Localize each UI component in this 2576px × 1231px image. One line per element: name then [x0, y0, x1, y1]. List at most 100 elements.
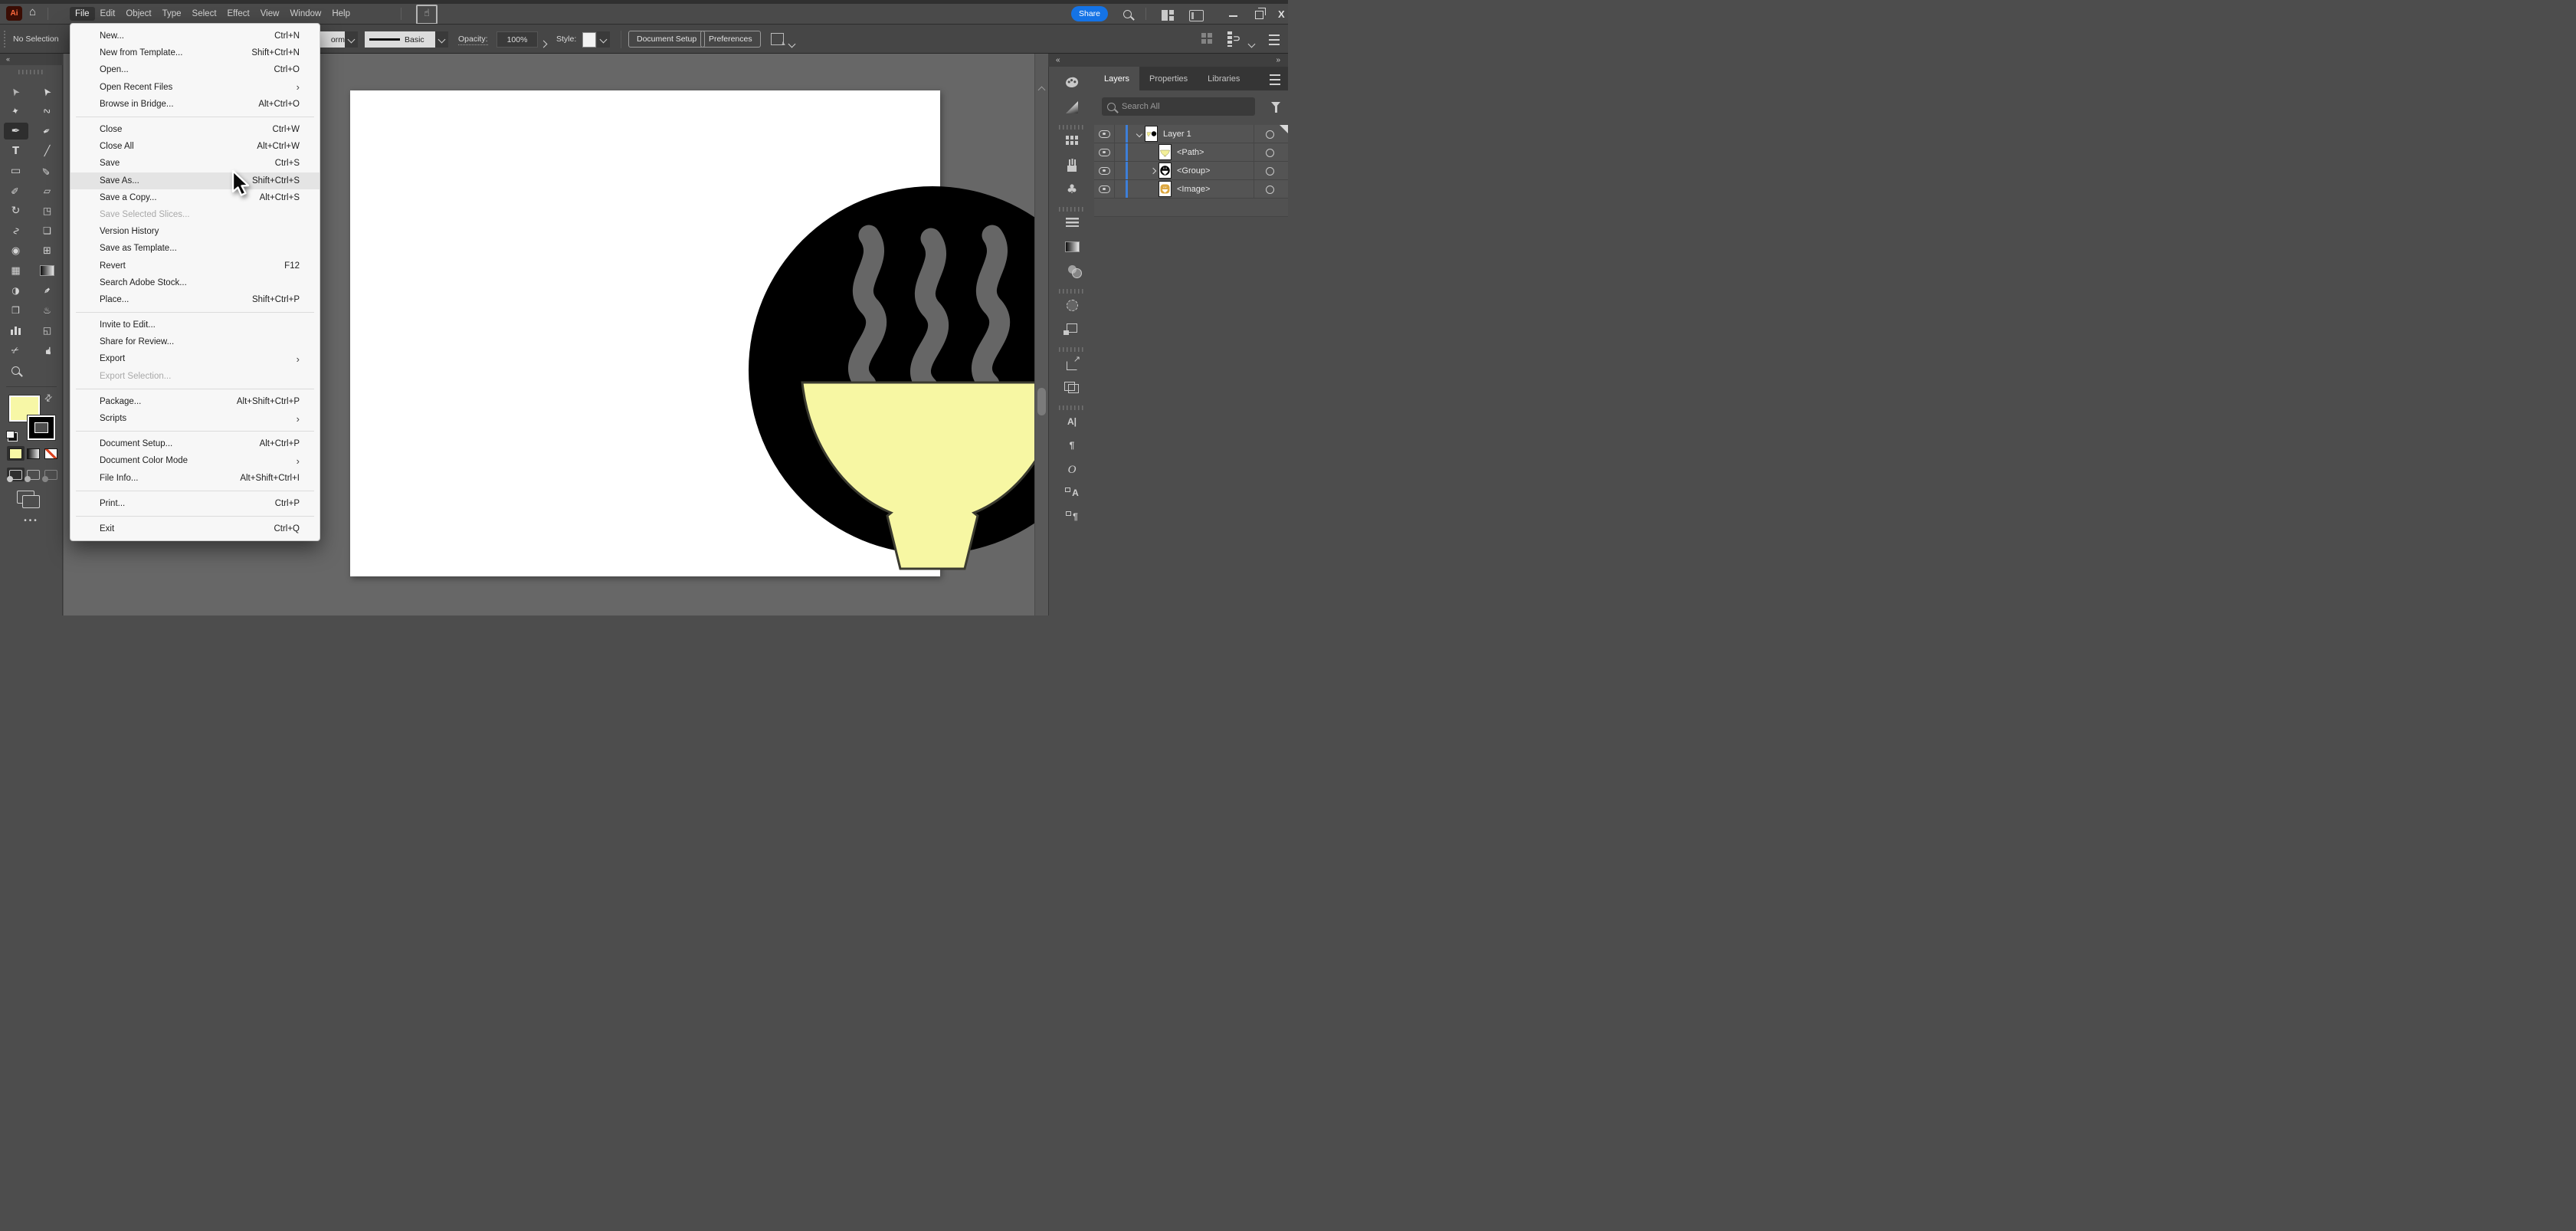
slice-tool[interactable]: ✂	[4, 342, 28, 359]
tab-properties[interactable]: Properties	[1139, 67, 1198, 90]
artboard-tool[interactable]: ◱	[35, 322, 60, 339]
graphic-styles-panel-icon[interactable]	[1049, 323, 1095, 333]
dock-grip[interactable]	[1059, 289, 1085, 294]
menu-edit[interactable]: Edit	[95, 7, 121, 21]
menu-item-package[interactable]: Package...Alt+Shift+Ctrl+P	[70, 393, 320, 410]
opacity-field[interactable]: 100%	[497, 31, 538, 48]
artboards-panel-icon[interactable]	[1049, 382, 1095, 393]
home-icon[interactable]: ⌂	[29, 5, 36, 18]
target-circle-icon[interactable]	[1266, 130, 1274, 139]
shape-builder-tool[interactable]: ◉	[4, 242, 28, 259]
perspective-grid-tool[interactable]: ⊞	[35, 242, 60, 259]
lasso-tool[interactable]: ∿	[35, 103, 60, 120]
menu-item-save-as[interactable]: Save As...Shift+Ctrl+S	[70, 172, 320, 189]
menu-item-save-as-template[interactable]: Save as Template...	[70, 240, 320, 257]
blend-tool[interactable]: ◑	[4, 282, 28, 299]
style-swatch[interactable]	[582, 32, 596, 48]
width-tool[interactable]: ∿	[4, 222, 28, 239]
panel-menu-icon[interactable]	[1270, 74, 1280, 85]
workspace-layout-icon[interactable]	[1162, 10, 1174, 21]
line-segment-tool[interactable]: ╱	[35, 143, 60, 159]
color-guide-panel-icon[interactable]	[1049, 101, 1095, 113]
scroll-up-icon[interactable]	[1039, 83, 1044, 97]
preferences-button[interactable]: Preferences	[700, 31, 761, 48]
menu-item-close-all[interactable]: Close AllAlt+Ctrl+W	[70, 138, 320, 155]
layer-thumbnail[interactable]	[1145, 126, 1158, 142]
menu-item-print[interactable]: Print...Ctrl+P	[70, 495, 320, 512]
appearance-panel-icon[interactable]	[1049, 300, 1095, 311]
selection-tool[interactable]: ➤	[4, 83, 28, 100]
search-input[interactable]	[1120, 101, 1250, 112]
brushes-panel-icon[interactable]	[1049, 159, 1095, 172]
visibility-toggle[interactable]	[1094, 125, 1115, 143]
dock-grip[interactable]	[1059, 347, 1085, 352]
default-fill-stroke-icon[interactable]	[6, 431, 15, 438]
column-graph-tool[interactable]	[4, 322, 28, 339]
menu-item-share-for-review[interactable]: Share for Review...	[70, 333, 320, 350]
draw-normal-button[interactable]	[7, 468, 25, 481]
search-box[interactable]	[1102, 97, 1255, 116]
tab-layers[interactable]: Layers	[1094, 67, 1139, 90]
transparency-panel-icon[interactable]	[1049, 265, 1095, 274]
pen-tool[interactable]: ✒	[4, 123, 28, 140]
menu-item-new-from-template[interactable]: New from Template...Shift+Ctrl+N	[70, 44, 320, 61]
direct-selection-tool[interactable]: ➤	[35, 83, 60, 100]
hand-tool[interactable]: ☚	[35, 342, 60, 359]
swatches-panel-icon[interactable]	[1049, 136, 1095, 145]
none-mode-button[interactable]	[42, 446, 60, 461]
control-panel-menu-icon[interactable]	[1269, 34, 1280, 45]
visibility-toggle[interactable]	[1094, 180, 1115, 198]
menu-item-invite-to-edit[interactable]: Invite to Edit...	[70, 317, 320, 333]
menu-select[interactable]: Select	[187, 7, 222, 21]
symbols-tool[interactable]: ❒	[4, 302, 28, 319]
isolate-mode-icon[interactable]	[771, 33, 784, 45]
eyedropper-tool[interactable]: ✒	[35, 282, 60, 299]
menu-item-save-a-copy[interactable]: Save a Copy...Alt+Ctrl+S	[70, 189, 320, 206]
document-setup-button[interactable]: Document Setup	[628, 31, 705, 48]
share-button[interactable]: Share	[1071, 6, 1108, 21]
character-panel-icon[interactable]: A|	[1049, 416, 1095, 427]
isolate-chevron-icon[interactable]	[789, 37, 795, 51]
character-styles-panel-icon[interactable]: A	[1049, 487, 1095, 498]
color-mode-button[interactable]	[7, 446, 25, 461]
layer-row-image[interactable]: <Image>	[1094, 180, 1288, 199]
visibility-toggle[interactable]	[1094, 162, 1115, 179]
layer-thumbnail[interactable]	[1159, 144, 1172, 160]
menu-item-version-history[interactable]: Version History	[70, 223, 320, 240]
menu-item-search-adobe-stock[interactable]: Search Adobe Stock...	[70, 274, 320, 291]
eraser-tool[interactable]: ▱	[35, 182, 60, 199]
menu-item-open-recent-files[interactable]: Open Recent Files›	[70, 79, 320, 96]
opacity-chevron-icon[interactable]	[541, 37, 546, 51]
change-screen-mode-icon[interactable]	[17, 491, 34, 504]
panel-collapse-icon[interactable]: »	[1276, 54, 1280, 67]
gradient-mode-button[interactable]	[25, 446, 42, 461]
expand-chevron-icon[interactable]	[1148, 169, 1159, 173]
touch-workspace-icon[interactable]: ☝	[416, 5, 438, 25]
window-minimize-button[interactable]	[1229, 15, 1237, 17]
symbol-sprayer-tool[interactable]: ♨	[35, 302, 60, 319]
layer-thumbnail[interactable]	[1159, 181, 1172, 197]
menu-item-save[interactable]: SaveCtrl+S	[70, 155, 320, 172]
scrollbar-thumb[interactable]	[1037, 388, 1046, 415]
symbols-panel-icon[interactable]: ♣	[1049, 183, 1095, 195]
paintbrush-tool[interactable]: ✐	[35, 162, 60, 179]
paragraph-styles-panel-icon[interactable]: ¶	[1049, 511, 1095, 522]
edit-toolbar-button[interactable]: •••	[0, 517, 63, 525]
layer-label[interactable]: Layer 1	[1163, 130, 1191, 139]
menu-item-browse-in-bridge[interactable]: Browse in Bridge...Alt+Ctrl+O	[70, 96, 320, 113]
menu-item-document-setup[interactable]: Document Setup...Alt+Ctrl+P	[70, 435, 320, 452]
free-transform-tool[interactable]: ❏	[35, 222, 60, 239]
gradient-tool[interactable]	[35, 262, 60, 279]
menu-item-exit[interactable]: ExitCtrl+Q	[70, 520, 320, 537]
gradient-panel-icon[interactable]	[1049, 241, 1095, 252]
menu-item-file-info[interactable]: File Info...Alt+Shift+Ctrl+I	[70, 470, 320, 487]
window-restore-button[interactable]	[1255, 11, 1263, 19]
menu-help[interactable]: Help	[326, 7, 356, 21]
stroke-style-dropdown[interactable]: Basic	[365, 31, 444, 48]
stroke-panel-icon[interactable]	[1049, 218, 1095, 227]
layer-row-layer-1[interactable]: Layer 1	[1094, 125, 1288, 143]
expand-chevron-icon[interactable]	[1134, 132, 1145, 136]
type-tool[interactable]: T	[4, 143, 28, 159]
menu-view[interactable]: View	[255, 7, 285, 21]
paragraph-panel-icon[interactable]: ¶	[1049, 440, 1095, 451]
